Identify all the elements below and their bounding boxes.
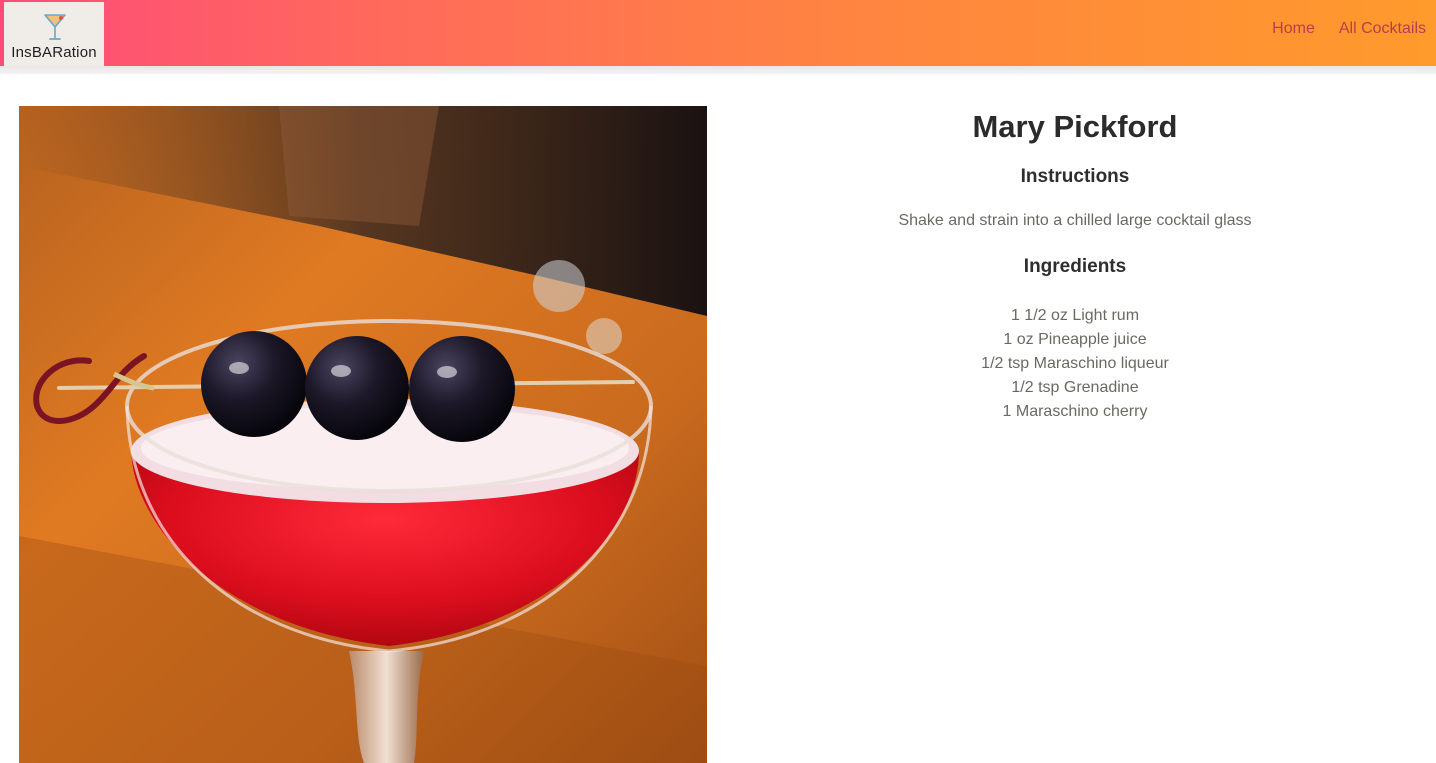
- ingredient-item: 1 oz Pineapple juice: [1003, 331, 1147, 348]
- cocktail-name: Mary Pickford: [972, 109, 1178, 144]
- nav-link-home[interactable]: Home: [1272, 20, 1315, 38]
- ingredients-list: 1 1/2 oz Light rum 1 oz Pineapple juice …: [714, 304, 1436, 424]
- nav-links: Home All Cocktails: [1272, 20, 1426, 38]
- ingredient-item: 1 1/2 oz Light rum: [1010, 307, 1140, 324]
- cocktail-details: Mary Pickford Instructions Shake and str…: [714, 106, 1436, 424]
- brand-logo[interactable]: InsBARation: [4, 2, 104, 66]
- nav-link-all-cocktails[interactable]: All Cocktails: [1339, 20, 1426, 38]
- brand-name: InsBARation: [11, 44, 97, 61]
- ingredients-heading: Ingredients: [1023, 256, 1127, 277]
- navbar-divider: [0, 66, 1436, 74]
- ingredient-item: 1/2 tsp Grenadine: [1011, 379, 1139, 396]
- instructions-heading: Instructions: [1020, 166, 1130, 187]
- cocktail-glass-icon: [44, 14, 66, 40]
- navbar: InsBARation Home All Cocktails: [0, 0, 1436, 66]
- ingredient-item: 1 Maraschino cherry: [1002, 403, 1148, 420]
- cocktail-photo: [19, 106, 707, 763]
- instructions-text: Shake and strain into a chilled large co…: [898, 212, 1252, 229]
- ingredient-item: 1/2 tsp Maraschino liqueur: [981, 355, 1169, 372]
